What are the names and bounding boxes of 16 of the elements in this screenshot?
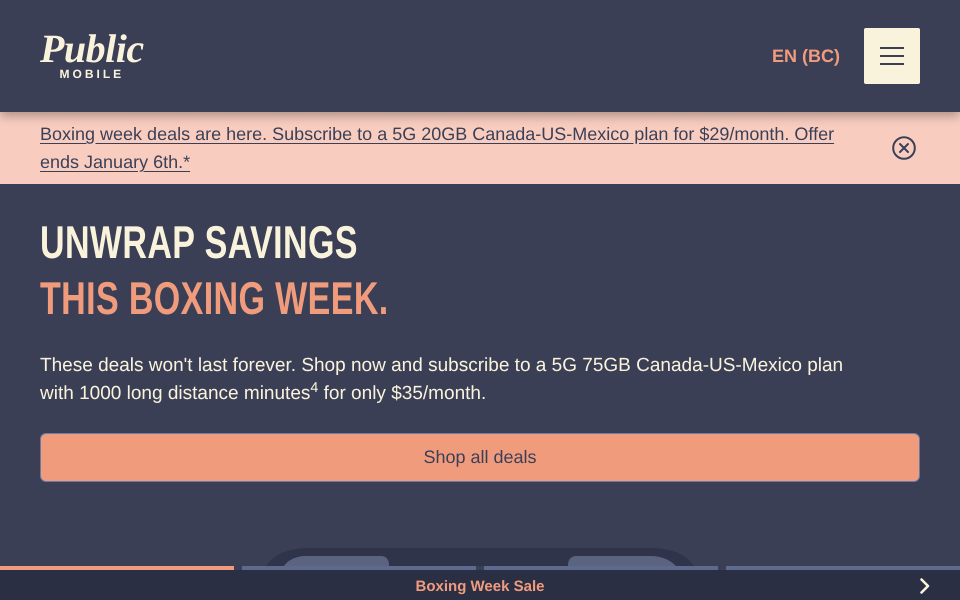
close-icon[interactable] [892,136,916,160]
chevron-right-icon[interactable] [920,578,930,594]
carousel-indicator[interactable] [726,566,960,570]
menu-button[interactable] [864,28,920,84]
headline: THIS BOXING WEEK. [40,271,389,326]
hero-description: These deals won't last forever. Shop now and subscribe to a 5G 75GB Canada-US-Mexico plan with 1000 long distance minutes$^{4}$ for only $35/month. [40,354,844,406]
promo-link[interactable]: Boxing week deals are here. Subscribe to a 5G 20GB Canada-US-Mexico plan for $29/month. Offer ends January 6th.* [40,120,868,176]
logo[interactable]: Public MOBILE [40,32,144,80]
slide-caption: Boxing Week Sale [416,578,544,596]
menu-icon [880,47,904,65]
carousel-indicator[interactable] [0,566,234,570]
carousel-indicator[interactable] [242,566,476,570]
language-link[interactable]: EN (BC) [772,42,840,70]
shop-all-deals-button[interactable]: Shop all deals [40,433,920,482]
headline: UNWRAP SAVINGS [40,215,358,270]
carousel-indicator[interactable] [484,566,718,570]
